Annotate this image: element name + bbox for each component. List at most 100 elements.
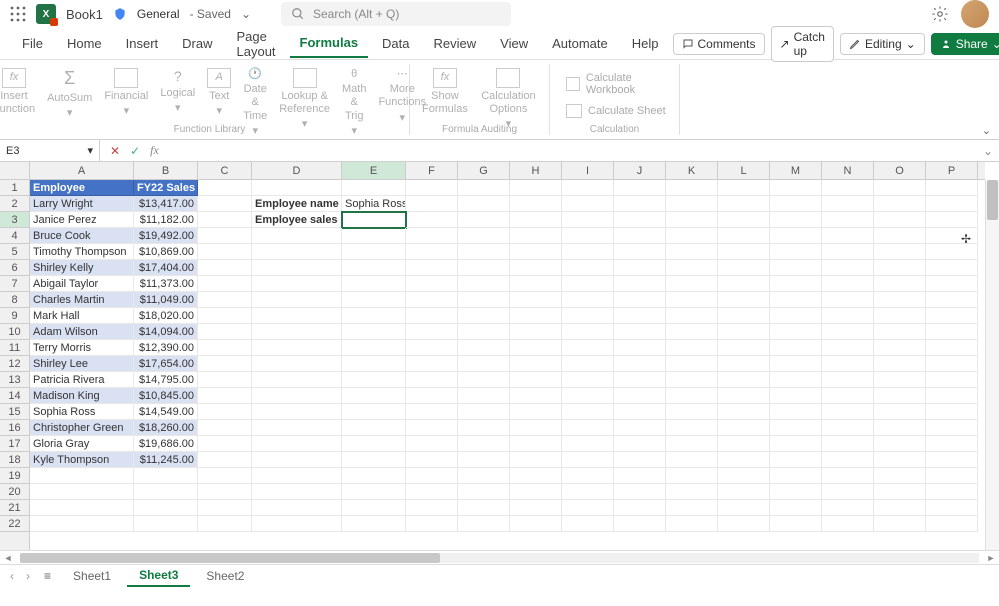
cell[interactable] [252,276,342,292]
cell[interactable] [874,340,926,356]
cell[interactable] [926,420,978,436]
cell[interactable] [406,436,458,452]
cell[interactable] [718,196,770,212]
cell[interactable] [198,484,252,500]
cell[interactable] [822,324,874,340]
cell[interactable]: Sophia Ross [30,404,134,420]
cell[interactable] [822,404,874,420]
cell[interactable] [406,404,458,420]
select-all-corner[interactable] [0,162,30,180]
cell[interactable] [30,468,134,484]
cell[interactable] [874,308,926,324]
cell[interactable]: $10,845.00 [134,388,198,404]
settings-icon[interactable] [931,5,949,23]
cell[interactable] [252,404,342,420]
cell[interactable]: Bruce Cook [30,228,134,244]
expand-formula-bar-icon[interactable]: ⌄ [977,144,999,158]
cell[interactable] [342,500,406,516]
cell[interactable] [510,244,562,260]
cell[interactable] [510,468,562,484]
cell[interactable] [874,468,926,484]
cell[interactable] [718,340,770,356]
cell[interactable] [562,196,614,212]
cell[interactable] [614,212,666,228]
autosum-button[interactable]: Σ AutoSum▾ [41,66,98,122]
cell[interactable] [666,516,718,532]
cell[interactable]: Adam Wilson [30,324,134,340]
cell[interactable] [666,340,718,356]
cell[interactable] [770,436,822,452]
tab-formulas[interactable]: Formulas [290,29,369,58]
cell[interactable] [510,340,562,356]
cell[interactable] [718,500,770,516]
cell[interactable] [510,228,562,244]
doc-name[interactable]: Book1 [66,7,103,22]
cell[interactable] [342,468,406,484]
title-chevron-icon[interactable]: ⌄ [241,7,251,21]
cell[interactable] [458,500,510,516]
cell[interactable] [770,388,822,404]
cell[interactable] [406,500,458,516]
cell[interactable] [134,468,198,484]
row-header[interactable]: 13 [0,372,29,388]
cell[interactable] [874,260,926,276]
cell[interactable] [458,292,510,308]
sheet-nav-prev-icon[interactable]: ‹ [6,569,18,583]
catch-up-button[interactable]: ↗ Catch up [771,26,834,62]
cell[interactable] [562,420,614,436]
cell[interactable] [666,436,718,452]
cell[interactable] [926,276,978,292]
cell[interactable] [198,180,252,196]
cell[interactable] [458,212,510,228]
cell[interactable] [342,244,406,260]
cell[interactable] [770,340,822,356]
cell[interactable] [614,452,666,468]
cell[interactable] [770,292,822,308]
financial-button[interactable]: Financial▾ [98,66,154,120]
cell[interactable] [458,324,510,340]
cell[interactable] [342,404,406,420]
calculate-sheet-button[interactable]: Calculate Sheet [562,102,670,120]
cell[interactable] [510,308,562,324]
cell[interactable] [926,196,978,212]
cell[interactable] [666,404,718,420]
cell[interactable] [770,372,822,388]
cell[interactable] [562,388,614,404]
row-header[interactable]: 16 [0,420,29,436]
tab-view[interactable]: View [490,30,538,57]
cell[interactable] [614,228,666,244]
cell[interactable] [252,292,342,308]
cell[interactable] [770,260,822,276]
insert-function-button[interactable]: fx Insert Function [0,66,41,118]
cell[interactable] [822,196,874,212]
column-header[interactable]: G [458,162,510,179]
cell[interactable] [770,420,822,436]
cell[interactable] [198,388,252,404]
cell[interactable]: Madison King [30,388,134,404]
cell[interactable] [614,276,666,292]
row-header[interactable]: 1 [0,180,29,196]
cell[interactable]: $18,260.00 [134,420,198,436]
row-header[interactable]: 8 [0,292,29,308]
tab-insert[interactable]: Insert [116,30,169,57]
formula-bar[interactable] [169,140,977,161]
cell[interactable] [198,292,252,308]
editing-mode-button[interactable]: Editing ⌄ [840,33,925,55]
fx-icon[interactable]: fx [150,143,159,158]
tab-automate[interactable]: Automate [542,30,618,57]
cell[interactable] [406,484,458,500]
cell[interactable] [406,196,458,212]
cancel-formula-icon[interactable]: ✕ [110,144,120,158]
cell[interactable] [562,340,614,356]
cell[interactable] [822,500,874,516]
cell[interactable] [458,436,510,452]
logical-button[interactable]: ? Logical▾ [154,66,201,117]
cell[interactable]: $19,686.00 [134,436,198,452]
cell[interactable]: Employee [30,180,134,196]
cell[interactable] [822,468,874,484]
cell[interactable] [252,308,342,324]
cell[interactable] [874,324,926,340]
cell[interactable] [874,388,926,404]
cell[interactable] [874,404,926,420]
cell[interactable]: $11,373.00 [134,276,198,292]
